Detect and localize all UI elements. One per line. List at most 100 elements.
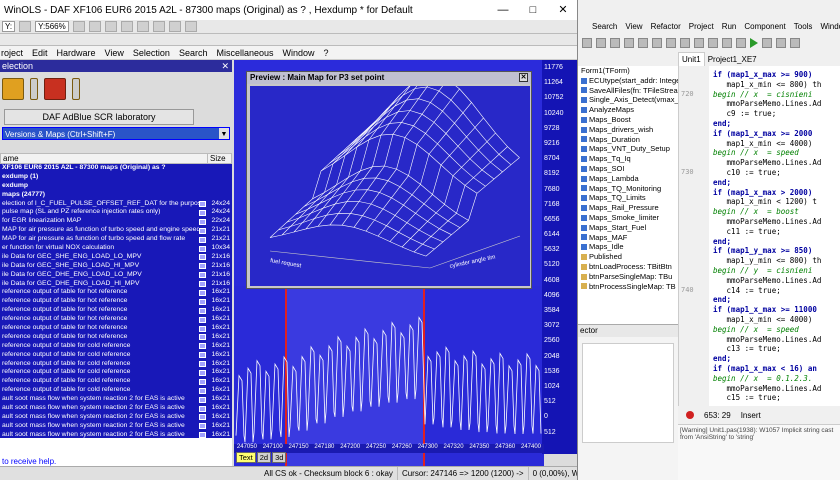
toolbar-button[interactable] xyxy=(88,21,101,32)
tree-item[interactable]: Maps_TQ_Limits xyxy=(578,193,678,203)
menu-item[interactable]: Refactor xyxy=(651,22,681,31)
toolbar-button[interactable] xyxy=(168,21,181,32)
list-item[interactable]: ile Data for GEC_SHE_ENG_LOAD_LO_MPV 21x1… xyxy=(0,253,232,262)
tree-root[interactable]: Form1(TForm) xyxy=(578,66,678,76)
list-item[interactable]: reference output of table for hot refere… xyxy=(0,333,232,342)
toolbar-button[interactable] xyxy=(762,38,772,48)
tree-item[interactable]: ECUtype(start_addr: Integer xyxy=(578,76,678,86)
list-item[interactable]: ault soot mass flow when system reaction… xyxy=(0,413,232,422)
list-item[interactable]: reference output of table for cold refer… xyxy=(0,351,232,360)
list-item[interactable]: ile Data for GEC_DHE_ENG_LOAD_LO_MPV 21x1… xyxy=(0,271,232,280)
y-field[interactable]: Y: xyxy=(2,21,16,32)
list-item[interactable]: reference output of table for hot refere… xyxy=(0,324,232,333)
dropdown-arrow-icon[interactable] xyxy=(30,78,38,100)
menu-item[interactable]: Project xyxy=(689,22,714,31)
menu-item[interactable]: Search xyxy=(179,48,208,58)
list-item[interactable]: pulse map (SL and PZ reference injection… xyxy=(0,208,232,217)
tree-item[interactable]: SaveAllFiles(fn: TFileStream) xyxy=(578,86,678,96)
list-item[interactable]: reference output of table for hot refere… xyxy=(0,288,232,297)
view-tab[interactable]: Text xyxy=(236,452,256,463)
list-item[interactable]: reference output of table for cold refer… xyxy=(0,386,232,395)
list-item[interactable]: ault soot mass flow when system reaction… xyxy=(0,404,232,413)
tree-item[interactable]: Maps_Boost xyxy=(578,115,678,125)
toolbar-button[interactable] xyxy=(652,38,662,48)
menu-item[interactable]: Tools xyxy=(794,22,813,31)
list-item[interactable]: reference output of table for hot refere… xyxy=(0,315,232,324)
tree-item[interactable]: Single_Axis_Detect(vmax_st xyxy=(578,95,678,105)
toolbar-button[interactable] xyxy=(638,38,648,48)
dropdown-arrow-icon[interactable] xyxy=(72,78,80,100)
toolbar-button[interactable] xyxy=(776,38,786,48)
menu-item[interactable]: Window xyxy=(820,22,840,31)
menu-item[interactable]: Selection xyxy=(133,48,170,58)
menu-item[interactable]: Search xyxy=(592,22,617,31)
import-icon[interactable] xyxy=(44,78,66,100)
panel-close-icon[interactable]: ✕ xyxy=(221,60,229,72)
toolbar-button[interactable] xyxy=(582,38,592,48)
close-icon[interactable]: ✕ xyxy=(519,73,528,82)
list-item[interactable]: exdump xyxy=(0,182,232,191)
open-folder-icon[interactable] xyxy=(2,78,24,100)
tree-item[interactable]: Maps_Rail_Pressure xyxy=(578,203,678,213)
list-item[interactable]: reference output of table for cold refer… xyxy=(0,342,232,351)
tree-item[interactable]: Published xyxy=(578,252,678,262)
menu-item[interactable]: View xyxy=(625,22,642,31)
toolbar-button[interactable] xyxy=(722,38,732,48)
minimize-icon[interactable]: — xyxy=(488,0,518,20)
tree-item[interactable]: btnLoadProcess: TBitBtn xyxy=(578,262,678,272)
tree-item[interactable]: Maps_VNT_Duty_Setup xyxy=(578,144,678,154)
stop-icon[interactable] xyxy=(686,411,694,419)
tree-item[interactable]: Maps_TQ_Monitoring xyxy=(578,184,678,194)
menu-item[interactable]: Hardware xyxy=(57,48,96,58)
toolbar-button[interactable] xyxy=(120,21,133,32)
list-item[interactable]: for EGR linearization MAP 22x24 xyxy=(0,217,232,226)
tree-item[interactable]: Maps_Tq_Iq xyxy=(578,154,678,164)
tree-item[interactable]: Maps_SOI xyxy=(578,164,678,174)
menu-item[interactable]: Component xyxy=(744,22,785,31)
list-item[interactable]: exdump (1) xyxy=(0,173,232,182)
zoom-field[interactable]: Y:566% xyxy=(35,21,69,32)
code-editor[interactable]: 720 730 740 if (map1_x_max >= 900) map1_x_m… xyxy=(678,66,840,406)
tree-item[interactable]: Maps_Lambda xyxy=(578,174,678,184)
tree-item[interactable]: Maps_Start_Fuel xyxy=(578,223,678,233)
menu-item[interactable]: Window xyxy=(283,48,315,58)
close-icon[interactable]: ✕ xyxy=(548,0,577,20)
list-item[interactable]: reference output of table for hot refere… xyxy=(0,297,232,306)
toolbar-button[interactable] xyxy=(736,38,746,48)
view-tab[interactable]: 2d xyxy=(256,452,272,463)
menu-item[interactable]: roject xyxy=(1,48,23,58)
menu-item[interactable]: Miscellaneous xyxy=(216,48,273,58)
lab-button[interactable]: DAF AdBlue SCR laboratory xyxy=(4,109,194,125)
view-tab[interactable]: 3d xyxy=(272,452,287,463)
menu-item[interactable]: ? xyxy=(324,48,329,58)
editor-tab[interactable]: Project1_XE7 xyxy=(705,53,760,66)
tree-item[interactable]: Maps_Duration xyxy=(578,135,678,145)
maximize-icon[interactable]: □ xyxy=(518,0,548,20)
toolbar-button[interactable] xyxy=(666,38,676,48)
list-item[interactable]: maps (24777) xyxy=(0,191,232,200)
toolbar-button[interactable] xyxy=(19,21,32,32)
tree-item[interactable]: Maps_MAF xyxy=(578,233,678,243)
header-size[interactable]: Size xyxy=(207,154,231,163)
preview-window[interactable]: Preview : Main Map for P3 set point ✕ fue… xyxy=(246,71,532,289)
toolbar-button[interactable] xyxy=(104,21,117,32)
toolbar-button[interactable] xyxy=(694,38,704,48)
toolbar-button[interactable] xyxy=(790,38,800,48)
run-icon[interactable] xyxy=(750,38,758,48)
list-item[interactable]: election of I_C_FUEL_PULSE_OFFSET_REF_DA… xyxy=(0,200,232,209)
list-item[interactable]: ile Data for GEC_SHE_ENG_LOAD_HI_MPV 21x1… xyxy=(0,262,232,271)
tree-item[interactable]: btnProcessSingleMap: TB xyxy=(578,282,678,292)
list-item[interactable]: reference output of table for cold refer… xyxy=(0,360,232,369)
editor-tab[interactable]: Unit1 xyxy=(678,52,705,66)
toolbar-button[interactable] xyxy=(610,38,620,48)
menu-item[interactable]: Run xyxy=(722,22,737,31)
versions-selector[interactable]: Versions & Maps (Ctrl+Shift+F) ▼ xyxy=(2,127,230,140)
list-item[interactable]: XF106 EUR6 2015 A2L - 87300 maps (Origin… xyxy=(0,164,232,173)
toolbar-button[interactable] xyxy=(596,38,606,48)
header-name[interactable]: ame xyxy=(1,154,207,163)
list-item[interactable]: reference output of table for hot refere… xyxy=(0,306,232,315)
list-item[interactable]: MAP for air pressure as function of turb… xyxy=(0,226,232,235)
list-item[interactable]: ault soot mass flow when system reaction… xyxy=(0,395,232,404)
chevron-down-icon[interactable]: ▼ xyxy=(219,128,229,139)
toolbar-button[interactable] xyxy=(152,21,165,32)
